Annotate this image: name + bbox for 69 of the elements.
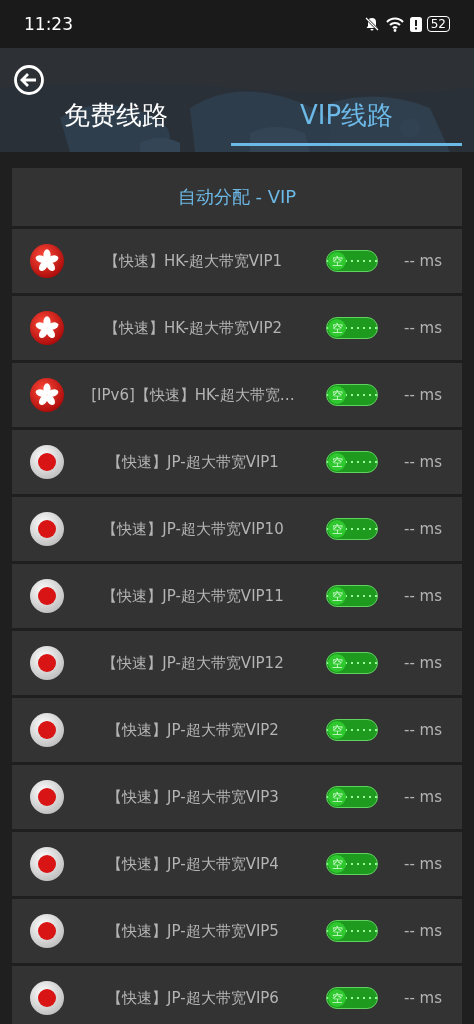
ping-time: -- ms: [404, 721, 443, 739]
load-badge: 空: [326, 853, 378, 875]
load-badge: 空: [326, 317, 378, 339]
load-badge: 空: [326, 384, 378, 406]
load-badge: 空: [326, 585, 378, 607]
server-name: 【快速】JP-超大带宽VIP11: [101, 586, 285, 606]
server-name: [IPv6]【快速】HK-超大带宽…: [90, 385, 296, 405]
server-name: 【快速】JP-超大带宽VIP1: [106, 452, 280, 472]
load-badge: 空: [326, 987, 378, 1009]
server-row[interactable]: 【快速】HK-超大带宽VIP2 空 -- ms: [12, 296, 462, 360]
flag-icon: [30, 311, 64, 345]
flag-icon: [30, 378, 64, 412]
server-name: 【快速】JP-超大带宽VIP12: [101, 653, 285, 673]
server-row[interactable]: 【快速】JP-超大带宽VIP5 空 -- ms: [12, 899, 462, 963]
server-name: 【快速】HK-超大带宽VIP2: [102, 318, 284, 338]
wifi-icon: [384, 16, 405, 32]
ping-time: -- ms: [404, 855, 443, 873]
flag-icon: [30, 646, 64, 680]
load-badge: 空: [326, 451, 378, 473]
ping-time: -- ms: [404, 654, 443, 672]
server-name: 【快速】JP-超大带宽VIP6: [106, 988, 280, 1008]
bell-off-icon: [363, 16, 380, 32]
auto-assign-button[interactable]: 自动分配 - VIP: [12, 168, 462, 226]
flag-icon: [30, 579, 64, 613]
load-badge: 空: [326, 518, 378, 540]
ping-time: -- ms: [404, 989, 443, 1007]
flag-icon: [30, 780, 64, 814]
load-badge: 空: [326, 786, 378, 808]
server-row[interactable]: 【快速】HK-超大带宽VIP1 空 -- ms: [12, 229, 462, 293]
server-name: 【快速】HK-超大带宽VIP1: [102, 251, 284, 271]
server-row[interactable]: 【快速】JP-超大带宽VIP12 空 -- ms: [12, 631, 462, 695]
server-row[interactable]: [IPv6]【快速】HK-超大带宽… 空 -- ms: [12, 363, 462, 427]
load-badge: 空: [326, 250, 378, 272]
flag-icon: [30, 512, 64, 546]
server-row[interactable]: 【快速】JP-超大带宽VIP2 空 -- ms: [12, 698, 462, 762]
flag-icon: [30, 445, 64, 479]
flag-icon: [30, 981, 64, 1015]
tab[interactable]: 免费线路: [0, 98, 231, 146]
server-name: 【快速】JP-超大带宽VIP10: [101, 519, 285, 539]
clock: 11:23: [24, 14, 73, 34]
flag-icon: [30, 713, 64, 747]
load-badge: 空: [326, 652, 378, 674]
server-name: 【快速】JP-超大带宽VIP5: [106, 921, 280, 941]
ping-time: -- ms: [404, 252, 443, 270]
ping-time: -- ms: [404, 922, 443, 940]
flag-icon: [30, 847, 64, 881]
server-row[interactable]: 【快速】JP-超大带宽VIP3 空 -- ms: [12, 765, 462, 829]
tab[interactable]: VIP线路: [231, 98, 462, 146]
ping-time: -- ms: [404, 453, 443, 471]
ping-time: -- ms: [404, 788, 443, 806]
server-name: 【快速】JP-超大带宽VIP2: [106, 720, 280, 740]
load-badge: 空: [326, 719, 378, 741]
ping-time: -- ms: [404, 520, 443, 538]
server-row[interactable]: 【快速】JP-超大带宽VIP6 空 -- ms: [12, 966, 462, 1024]
ping-time: -- ms: [404, 386, 443, 404]
flag-icon: [30, 914, 64, 948]
server-name: 【快速】JP-超大带宽VIP4: [106, 854, 280, 874]
alert-icon: [409, 16, 422, 32]
server-row[interactable]: 【快速】JP-超大带宽VIP4 空 -- ms: [12, 832, 462, 896]
back-button[interactable]: [13, 64, 45, 96]
server-name: 【快速】JP-超大带宽VIP3: [106, 787, 280, 807]
ping-time: -- ms: [404, 587, 443, 605]
server-row[interactable]: 【快速】JP-超大带宽VIP1 空 -- ms: [12, 430, 462, 494]
ping-time: -- ms: [404, 319, 443, 337]
server-row[interactable]: 【快速】JP-超大带宽VIP11 空 -- ms: [12, 564, 462, 628]
load-badge: 空: [326, 920, 378, 942]
battery-level: 52: [426, 16, 450, 32]
server-row[interactable]: 【快速】JP-超大带宽VIP10 空 -- ms: [12, 497, 462, 561]
flag-icon: [30, 244, 64, 278]
